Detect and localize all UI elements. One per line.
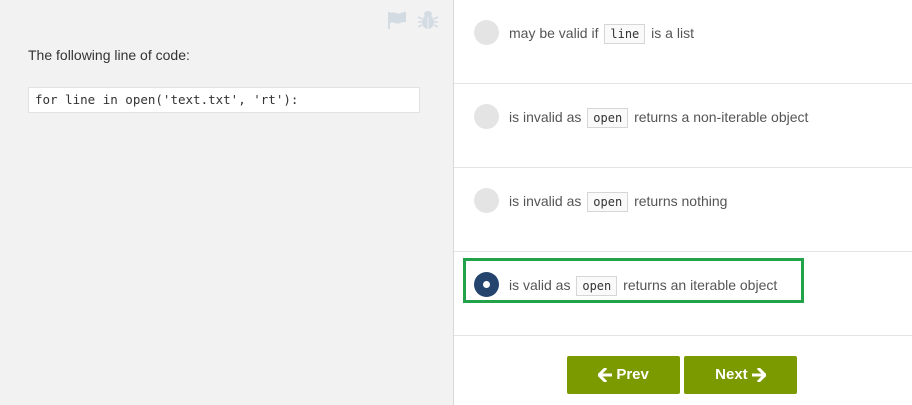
answer-label: is invalid as open returns a non-iterabl…: [509, 106, 809, 129]
question-pane: The following line of code: for line in …: [0, 0, 453, 405]
question-code: for line in open('text.txt', 'rt'):: [28, 87, 420, 113]
answer-text-after: is a list: [651, 25, 694, 41]
quiz-screen: The following line of code: for line in …: [0, 0, 912, 405]
flag-icon[interactable]: [386, 9, 408, 31]
answer-code: open: [576, 276, 618, 297]
answer-text-before: is invalid as: [509, 193, 582, 209]
prev-button[interactable]: Prev: [567, 356, 680, 394]
arrow-right-icon: [751, 366, 767, 384]
answer-option[interactable]: is invalid as open returns nothing: [454, 168, 912, 252]
answer-text-before: is invalid as: [509, 109, 582, 125]
answers-pane: may be valid if line is a list is invali…: [454, 0, 912, 405]
next-button[interactable]: Next: [684, 356, 797, 394]
answer-option[interactable]: may be valid if line is a list: [454, 0, 912, 84]
answer-code: open: [587, 192, 629, 213]
answer-option[interactable]: is invalid as open returns a non-iterabl…: [454, 84, 912, 168]
question-prompt: The following line of code:: [28, 47, 190, 63]
radio-button[interactable]: [474, 20, 499, 45]
answer-text-before: may be valid if: [509, 25, 599, 41]
answer-option-selected[interactable]: is valid as open returns an iterable obj…: [454, 252, 912, 336]
answer-text-after: returns a non-iterable object: [634, 109, 809, 125]
answer-label: is invalid as open returns nothing: [509, 190, 728, 213]
arrow-left-icon: [597, 366, 613, 384]
answer-text-after: returns nothing: [634, 193, 728, 209]
next-label: Next: [715, 366, 748, 383]
answer-label: may be valid if line is a list: [509, 22, 694, 45]
answer-text-after: returns an iterable object: [623, 277, 778, 293]
radio-button-selected[interactable]: [474, 272, 499, 297]
prev-label: Prev: [616, 366, 649, 383]
answer-text-before: is valid as: [509, 277, 571, 293]
radio-button[interactable]: [474, 104, 499, 129]
answer-code: open: [587, 108, 629, 129]
answer-code: line: [604, 24, 646, 45]
answer-label: is valid as open returns an iterable obj…: [509, 274, 778, 297]
radio-button[interactable]: [474, 188, 499, 213]
bug-icon[interactable]: [417, 9, 439, 31]
